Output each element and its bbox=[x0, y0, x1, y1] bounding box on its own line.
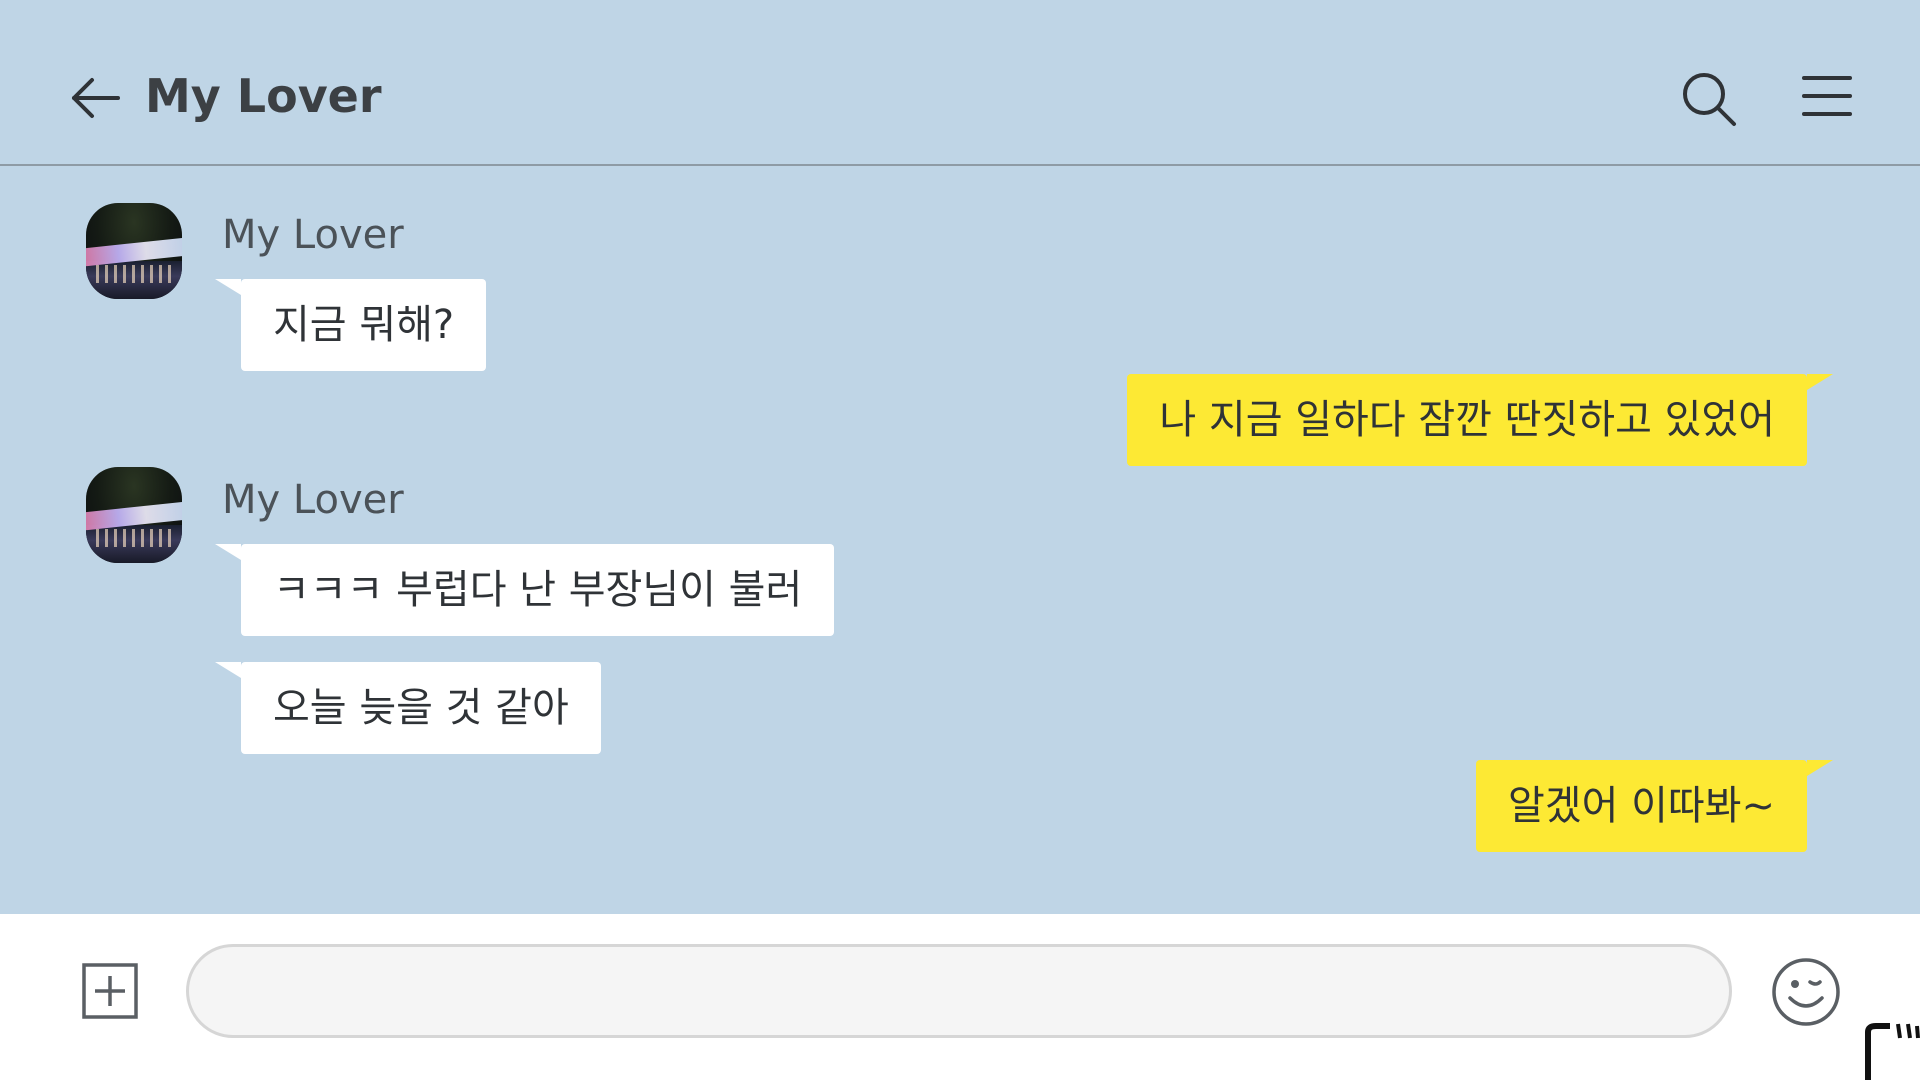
chat-screen: My Lover My Lover 지금 뭐해? 나 지금 일하다 잠깐 딴짓하… bbox=[0, 0, 1920, 1080]
outgoing-message-bubble[interactable]: 알겠어 이따봐~ bbox=[1475, 760, 1834, 852]
search-icon bbox=[1683, 73, 1736, 126]
arrow-left-icon bbox=[72, 78, 120, 118]
back-button[interactable] bbox=[60, 62, 132, 134]
chat-title: My Lover bbox=[145, 69, 382, 123]
contact-avatar[interactable] bbox=[86, 203, 182, 299]
message-input-bar bbox=[0, 914, 1920, 1080]
hamburger-menu-icon bbox=[1802, 76, 1852, 116]
menu-button[interactable] bbox=[1798, 68, 1856, 124]
message-input[interactable] bbox=[186, 944, 1732, 1038]
sender-name: My Lover bbox=[222, 477, 404, 523]
smiley-emoji-icon bbox=[1772, 958, 1840, 1026]
incoming-message-bubble[interactable]: 오늘 늦을 것 같아 bbox=[215, 662, 601, 754]
incoming-message-bubble[interactable]: ㅋㅋㅋ 부럽다 난 부장님이 불러 bbox=[214, 544, 835, 636]
emoji-button[interactable] bbox=[1770, 956, 1842, 1028]
search-button[interactable] bbox=[1678, 68, 1740, 130]
contact-avatar[interactable] bbox=[86, 467, 182, 563]
add-attachment-button[interactable] bbox=[82, 963, 138, 1019]
sender-name: My Lover bbox=[222, 212, 404, 258]
chat-header: My Lover bbox=[0, 0, 1920, 166]
hand-cursor-icon bbox=[1865, 1023, 1920, 1080]
plus-square-icon bbox=[82, 963, 138, 1019]
incoming-message-bubble[interactable]: 지금 뭐해? bbox=[214, 279, 487, 371]
outgoing-message-bubble[interactable]: 나 지금 일하다 잠깐 딴짓하고 있었어 bbox=[1127, 374, 1833, 466]
